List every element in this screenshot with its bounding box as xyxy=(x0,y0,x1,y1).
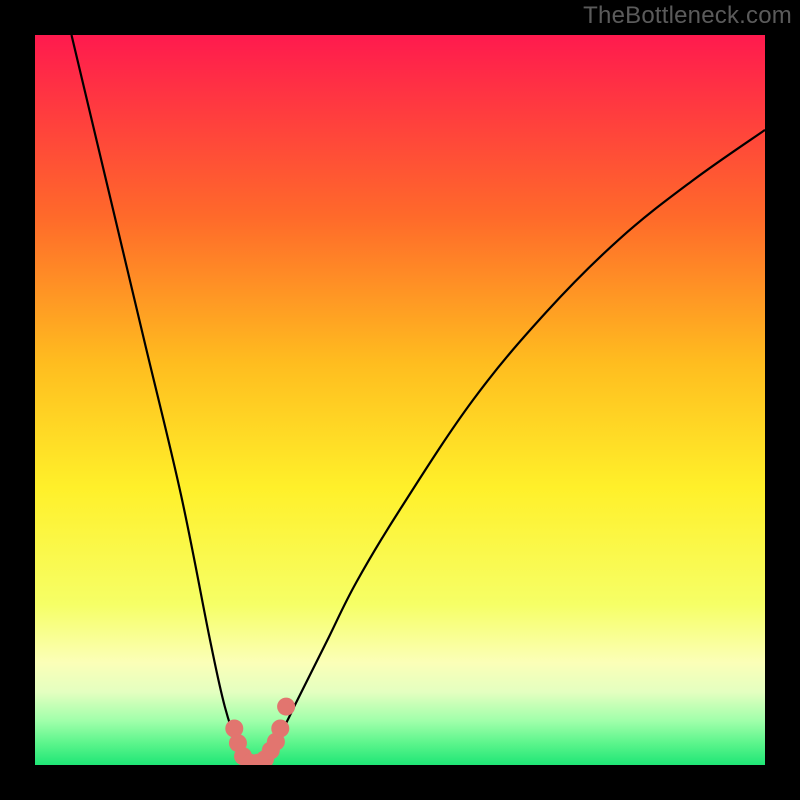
marker-point xyxy=(271,720,289,738)
watermark-text: TheBottleneck.com xyxy=(583,2,792,30)
marker-point xyxy=(277,698,295,716)
chart-svg xyxy=(35,35,765,765)
plot-area xyxy=(35,35,765,765)
gradient-background xyxy=(35,35,765,765)
chart-frame: TheBottleneck.com xyxy=(0,0,800,800)
